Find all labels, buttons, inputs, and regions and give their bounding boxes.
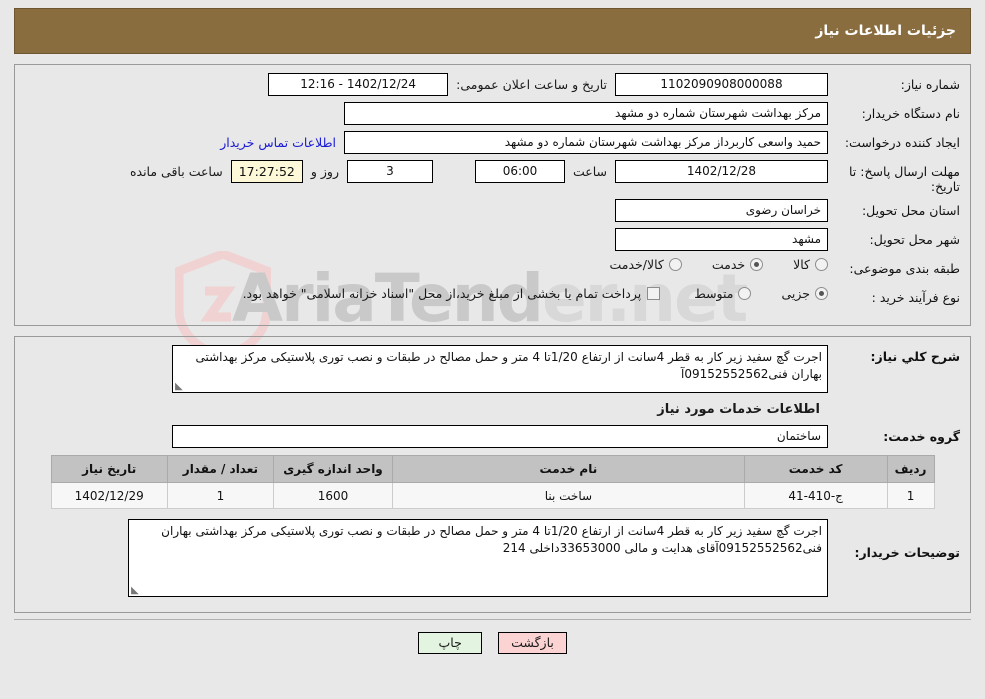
resize-grip-icon[interactable]: ◢: [175, 381, 184, 392]
row-province: استان محل تحویل: خراسان رضوی: [25, 199, 960, 223]
summary-textarea[interactable]: اجرت گچ سفید زیر کار به قطر 4سانت از ارت…: [172, 345, 828, 393]
deadline-date-value: 1402/12/28: [615, 160, 828, 183]
classification-option-goods-service-label: کالا/خدمت: [609, 257, 664, 272]
need-number-label: شماره نیاز:: [900, 77, 960, 92]
remaining-label: ساعت باقی مانده: [129, 164, 223, 179]
process-type-label: نوع فرآیند خرید :: [871, 290, 960, 305]
cell-code: ج-410-41: [743, 482, 888, 509]
back-button[interactable]: بازگشت: [498, 632, 567, 654]
row-need-number: شماره نیاز: 1102090908000088 تاریخ و ساع…: [25, 73, 960, 97]
classification-option-service[interactable]: خدمت: [711, 257, 764, 272]
page-root: جزئیات اطلاعات نیاز شماره نیاز: 11020909…: [0, 8, 985, 654]
city-label: شهر محل تحویل:: [869, 232, 960, 247]
row-classification: طبقه بندی موضوعی: کالا خدمت کالا/خدمت: [25, 257, 960, 281]
classification-radio-group: کالا خدمت کالا/خدمت: [579, 257, 828, 272]
radio-icon-goods[interactable]: [815, 258, 828, 271]
process-type-radio-group: جزیی متوسط: [664, 286, 828, 301]
th-index: ردیف: [886, 455, 935, 483]
action-button-bar: بازگشت چاپ: [14, 632, 971, 654]
row-deadline: مهلت ارسال پاسخ: تا تاریخ: 1402/12/28 سا…: [25, 160, 960, 194]
classification-option-service-label: خدمت: [711, 257, 746, 272]
row-buyer-notes: توضیحات خریدار: اجرت گچ سفید زیر کار به …: [25, 519, 960, 597]
buyer-contact-link[interactable]: اطلاعات تماس خریدار: [212, 131, 344, 154]
row-city: شهر محل تحویل: مشهد: [25, 228, 960, 252]
resize-grip-icon-notes[interactable]: ◢: [131, 585, 140, 596]
countdown-timer: 17:27:52: [230, 160, 303, 183]
row-summary: شرح کلي نیاز: اجرت گچ سفید زیر کار به قط…: [25, 345, 960, 393]
need-number-value: 1102090908000088: [615, 73, 828, 96]
buyer-notes-label: توضیحات خریدار:: [854, 545, 960, 560]
city-value: مشهد: [615, 228, 828, 251]
row-service-group: گروه خدمت: ساختمان: [25, 425, 960, 449]
th-code: کد خدمت: [743, 455, 888, 483]
print-button[interactable]: چاپ: [418, 632, 483, 654]
province-value: خراسان رضوی: [615, 199, 828, 222]
service-group-label: گروه خدمت:: [883, 429, 960, 444]
buyer-org-value: مرکز بهداشت شهرستان شماره دو مشهد: [344, 102, 828, 125]
table-row: 1 ج-410-41 ساخت بنا 1600 1 1402/12/29: [50, 482, 935, 509]
need-info-panel: شماره نیاز: 1102090908000088 تاریخ و ساع…: [14, 64, 971, 326]
classification-option-goods-label: کالا: [793, 257, 810, 272]
process-option-minor[interactable]: جزیی: [781, 286, 828, 301]
classification-option-goods-service[interactable]: کالا/خدمت: [609, 257, 682, 272]
deadline-time-value: 06:00: [474, 160, 565, 183]
th-name: نام خدمت: [392, 455, 745, 483]
radio-icon-minor[interactable]: [815, 287, 828, 300]
radio-icon-medium[interactable]: [738, 287, 752, 300]
page-title: جزئیات اطلاعات نیاز: [815, 23, 956, 39]
announce-label: تاریخ و ساعت اعلان عمومی:: [456, 77, 607, 92]
classification-label: طبقه بندی موضوعی:: [849, 261, 960, 276]
cell-index: 1: [886, 482, 935, 509]
treasury-bond-option[interactable]: پرداخت تمام یا بخشی از مبلغ خرید،از محل …: [243, 286, 661, 301]
cell-quantity: 1: [166, 482, 275, 509]
cell-unit: 1600: [272, 482, 394, 509]
bottom-divider: [14, 619, 971, 620]
th-need-date: تاریخ نیاز: [50, 455, 168, 483]
requester-value: حمید واسعی کاربرداز مرکز بهداشت شهرستان …: [344, 131, 828, 154]
requester-label: ایجاد کننده درخواست:: [844, 135, 960, 150]
checkbox-icon-treasury-bond[interactable]: [647, 287, 661, 300]
remaining-days-value: 3: [346, 160, 433, 183]
classification-option-goods[interactable]: کالا: [793, 257, 828, 272]
cell-name: ساخت بنا: [392, 482, 745, 509]
row-buyer-org: نام دستگاه خریدار: مرکز بهداشت شهرستان ش…: [25, 102, 960, 126]
buyer-org-label: نام دستگاه خریدار:: [861, 106, 960, 121]
services-section-title: اطلاعات خدمات مورد نیاز: [657, 402, 820, 417]
radio-icon-service[interactable]: [750, 258, 764, 271]
announce-value: 12:16 - 1402/12/24: [268, 73, 449, 96]
row-requester: ایجاد کننده درخواست: حمید واسعی کاربرداز…: [25, 131, 960, 155]
table-header-row: ردیف کد خدمت نام خدمت واحد اندازه گیری ت…: [50, 455, 935, 483]
buyer-notes-textarea[interactable]: اجرت گچ سفید زیر کار به قطر 4سانت از ارت…: [128, 519, 828, 597]
service-group-value: ساختمان: [172, 425, 828, 448]
th-quantity: تعداد / مقدار: [166, 455, 275, 483]
services-table: ردیف کد خدمت نام خدمت واحد اندازه گیری ت…: [50, 455, 935, 509]
buyer-notes-value: اجرت گچ سفید زیر کار به قطر 4سانت از ارت…: [161, 524, 822, 555]
row-process-type: نوع فرآیند خرید : جزیی متوسط پرداخت تمام…: [25, 286, 960, 310]
process-option-medium-label: متوسط: [694, 286, 734, 301]
summary-label: شرح کلي نیاز:: [870, 349, 960, 364]
th-unit: واحد اندازه گیری: [272, 455, 394, 483]
page-title-bar: جزئیات اطلاعات نیاز: [14, 8, 971, 54]
treasury-bond-note: پرداخت تمام یا بخشی از مبلغ خرید،از محل …: [242, 286, 642, 301]
summary-value: اجرت گچ سفید زیر کار به قطر 4سانت از ارت…: [195, 350, 822, 381]
days-label: روز و: [310, 164, 339, 179]
province-label: استان محل تحویل:: [861, 203, 960, 218]
process-option-minor-label: جزیی: [781, 286, 810, 301]
process-option-medium[interactable]: متوسط: [694, 286, 752, 301]
hour-label: ساعت: [572, 164, 607, 179]
radio-icon-goods-service[interactable]: [668, 258, 682, 271]
deadline-label: مهلت ارسال پاسخ: تا تاریخ:: [849, 164, 960, 194]
need-details-panel: شرح کلي نیاز: اجرت گچ سفید زیر کار به قط…: [14, 336, 971, 613]
cell-need-date: 1402/12/29: [50, 482, 168, 509]
